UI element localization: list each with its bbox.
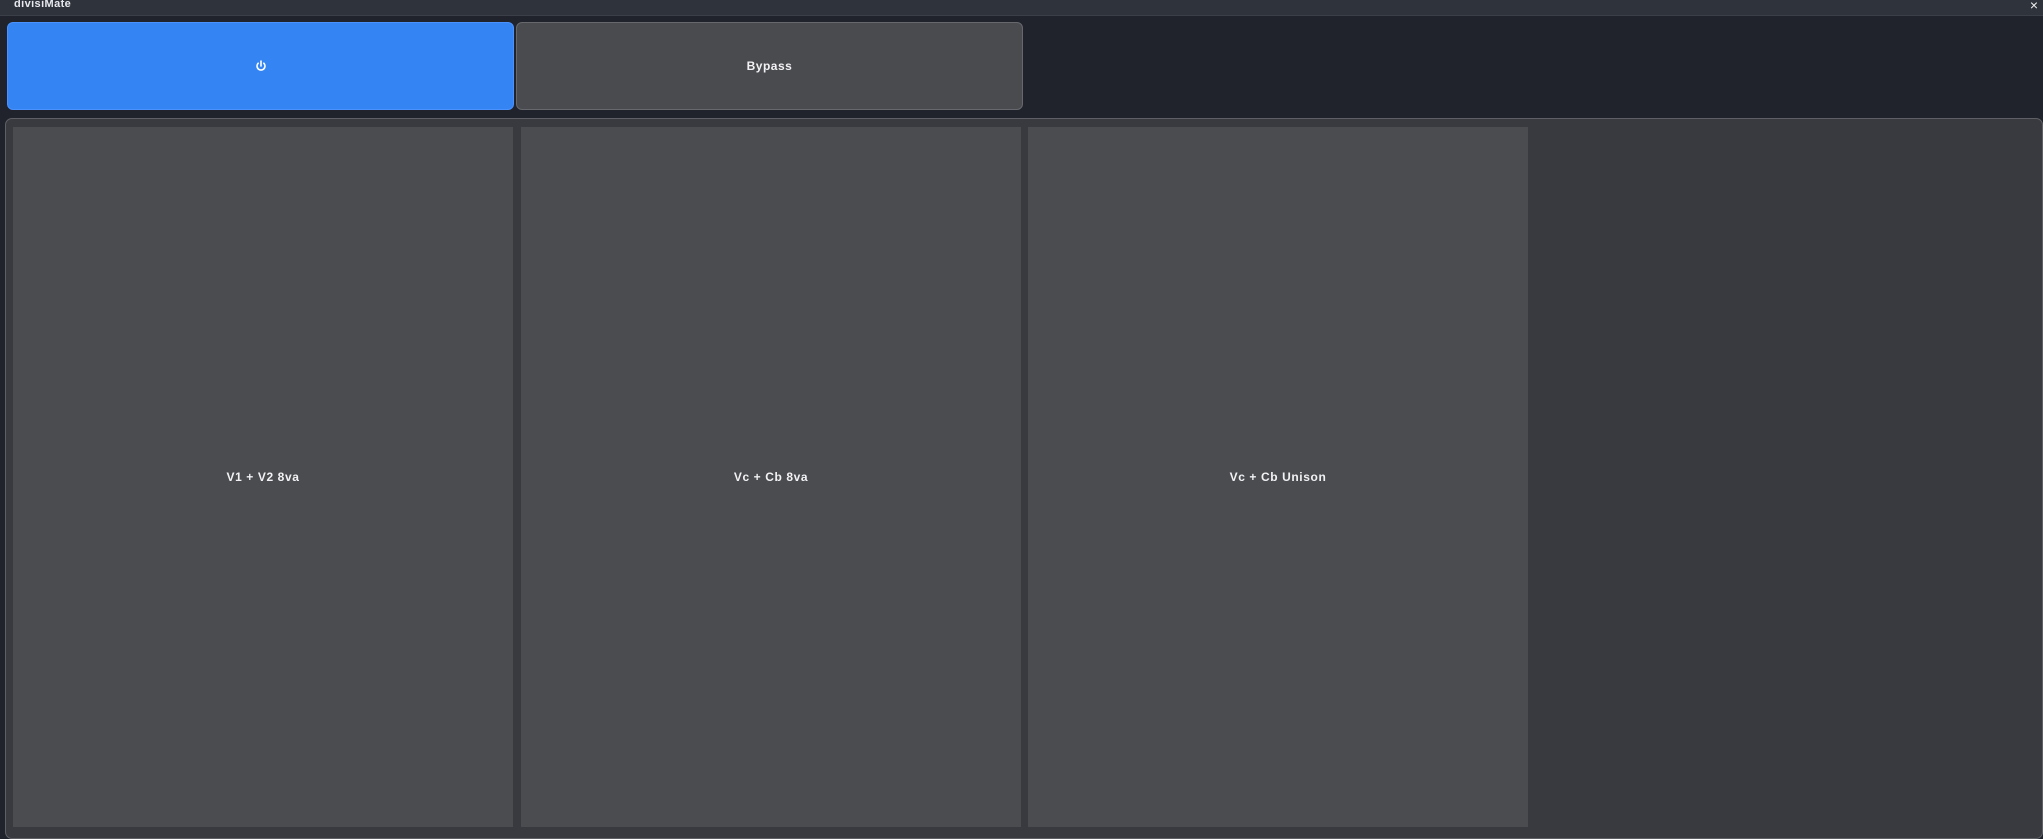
- power-icon: [255, 60, 266, 71]
- preset-panel: V1 + V2 8va Vc + Cb 8va Vc + Cb Unison: [5, 118, 2043, 839]
- preset-vc-cb-8va[interactable]: Vc + Cb 8va: [521, 127, 1021, 827]
- preset-v1-v2-8va[interactable]: V1 + V2 8va: [13, 127, 513, 827]
- title-bar: divisiMate ×: [0, 0, 2043, 16]
- bypass-button[interactable]: Bypass: [516, 22, 1023, 110]
- power-button[interactable]: [7, 22, 514, 110]
- close-button[interactable]: ×: [2027, 0, 2041, 13]
- window-title: divisiMate: [14, 0, 72, 10]
- preset-vc-cb-unison[interactable]: Vc + Cb Unison: [1028, 127, 1528, 827]
